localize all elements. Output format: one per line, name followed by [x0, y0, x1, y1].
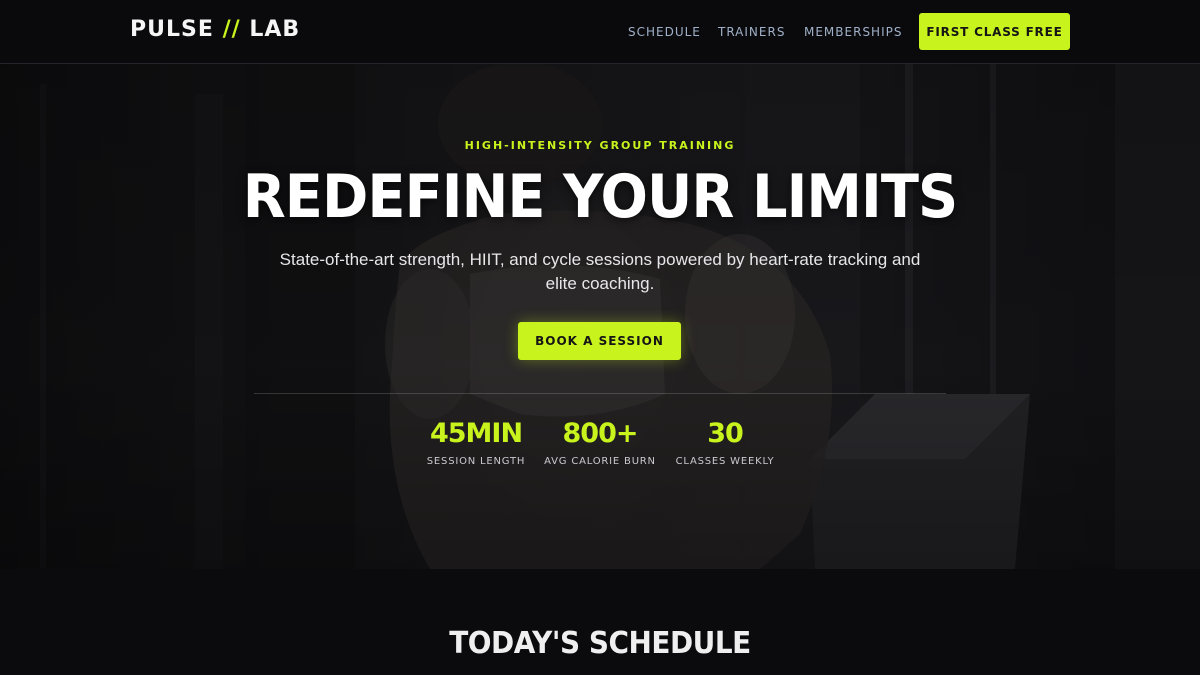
- stat-value: 45MIN: [429, 418, 523, 449]
- stat-session-length: 45MIN SESSION LENGTH: [406, 418, 546, 467]
- logo-slash: //: [222, 17, 241, 42]
- stat-label: CLASSES WEEKLY: [675, 456, 775, 467]
- hero-divider: [254, 393, 946, 394]
- top-nav: PULSE // LAB SCHEDULE TRAINERS MEMBERSHI…: [0, 0, 1200, 64]
- stat-value: 30: [707, 418, 744, 449]
- first-class-free-button[interactable]: FIRST CLASS FREE: [919, 13, 1070, 50]
- stat-value: 800+: [562, 418, 639, 449]
- stat-classes-weekly: 30 CLASSES WEEKLY: [655, 418, 795, 467]
- book-a-session-button[interactable]: BOOK A SESSION: [518, 322, 681, 360]
- hero-subhead: State-of-the-art strength, HIIT, and cyc…: [279, 250, 921, 293]
- nav-link-trainers[interactable]: TRAINERS: [718, 25, 785, 39]
- page: PULSE // LAB SCHEDULE TRAINERS MEMBERSHI…: [0, 0, 1200, 675]
- nav-link-schedule[interactable]: SCHEDULE: [628, 25, 701, 39]
- logo[interactable]: PULSE // LAB: [130, 17, 300, 42]
- stat-calorie-burn: 800+ AVG CALORIE BURN: [530, 418, 670, 467]
- logo-text-left: PULSE: [130, 17, 214, 42]
- hero-headline: REDEFINE YOUR LIMITS: [242, 162, 958, 232]
- stat-label: SESSION LENGTH: [426, 456, 526, 467]
- schedule-section: TODAY'S SCHEDULE: [0, 569, 1200, 675]
- logo-text-right: LAB: [249, 17, 301, 42]
- hero-eyebrow: HIGH-INTENSITY GROUP TRAINING: [464, 139, 736, 152]
- schedule-title: TODAY'S SCHEDULE: [449, 626, 751, 661]
- nav-link-memberships[interactable]: MEMBERSHIPS: [804, 25, 902, 39]
- hero-section: HIGH-INTENSITY GROUP TRAINING REDEFINE Y…: [0, 64, 1200, 569]
- stat-label: AVG CALORIE BURN: [544, 456, 656, 467]
